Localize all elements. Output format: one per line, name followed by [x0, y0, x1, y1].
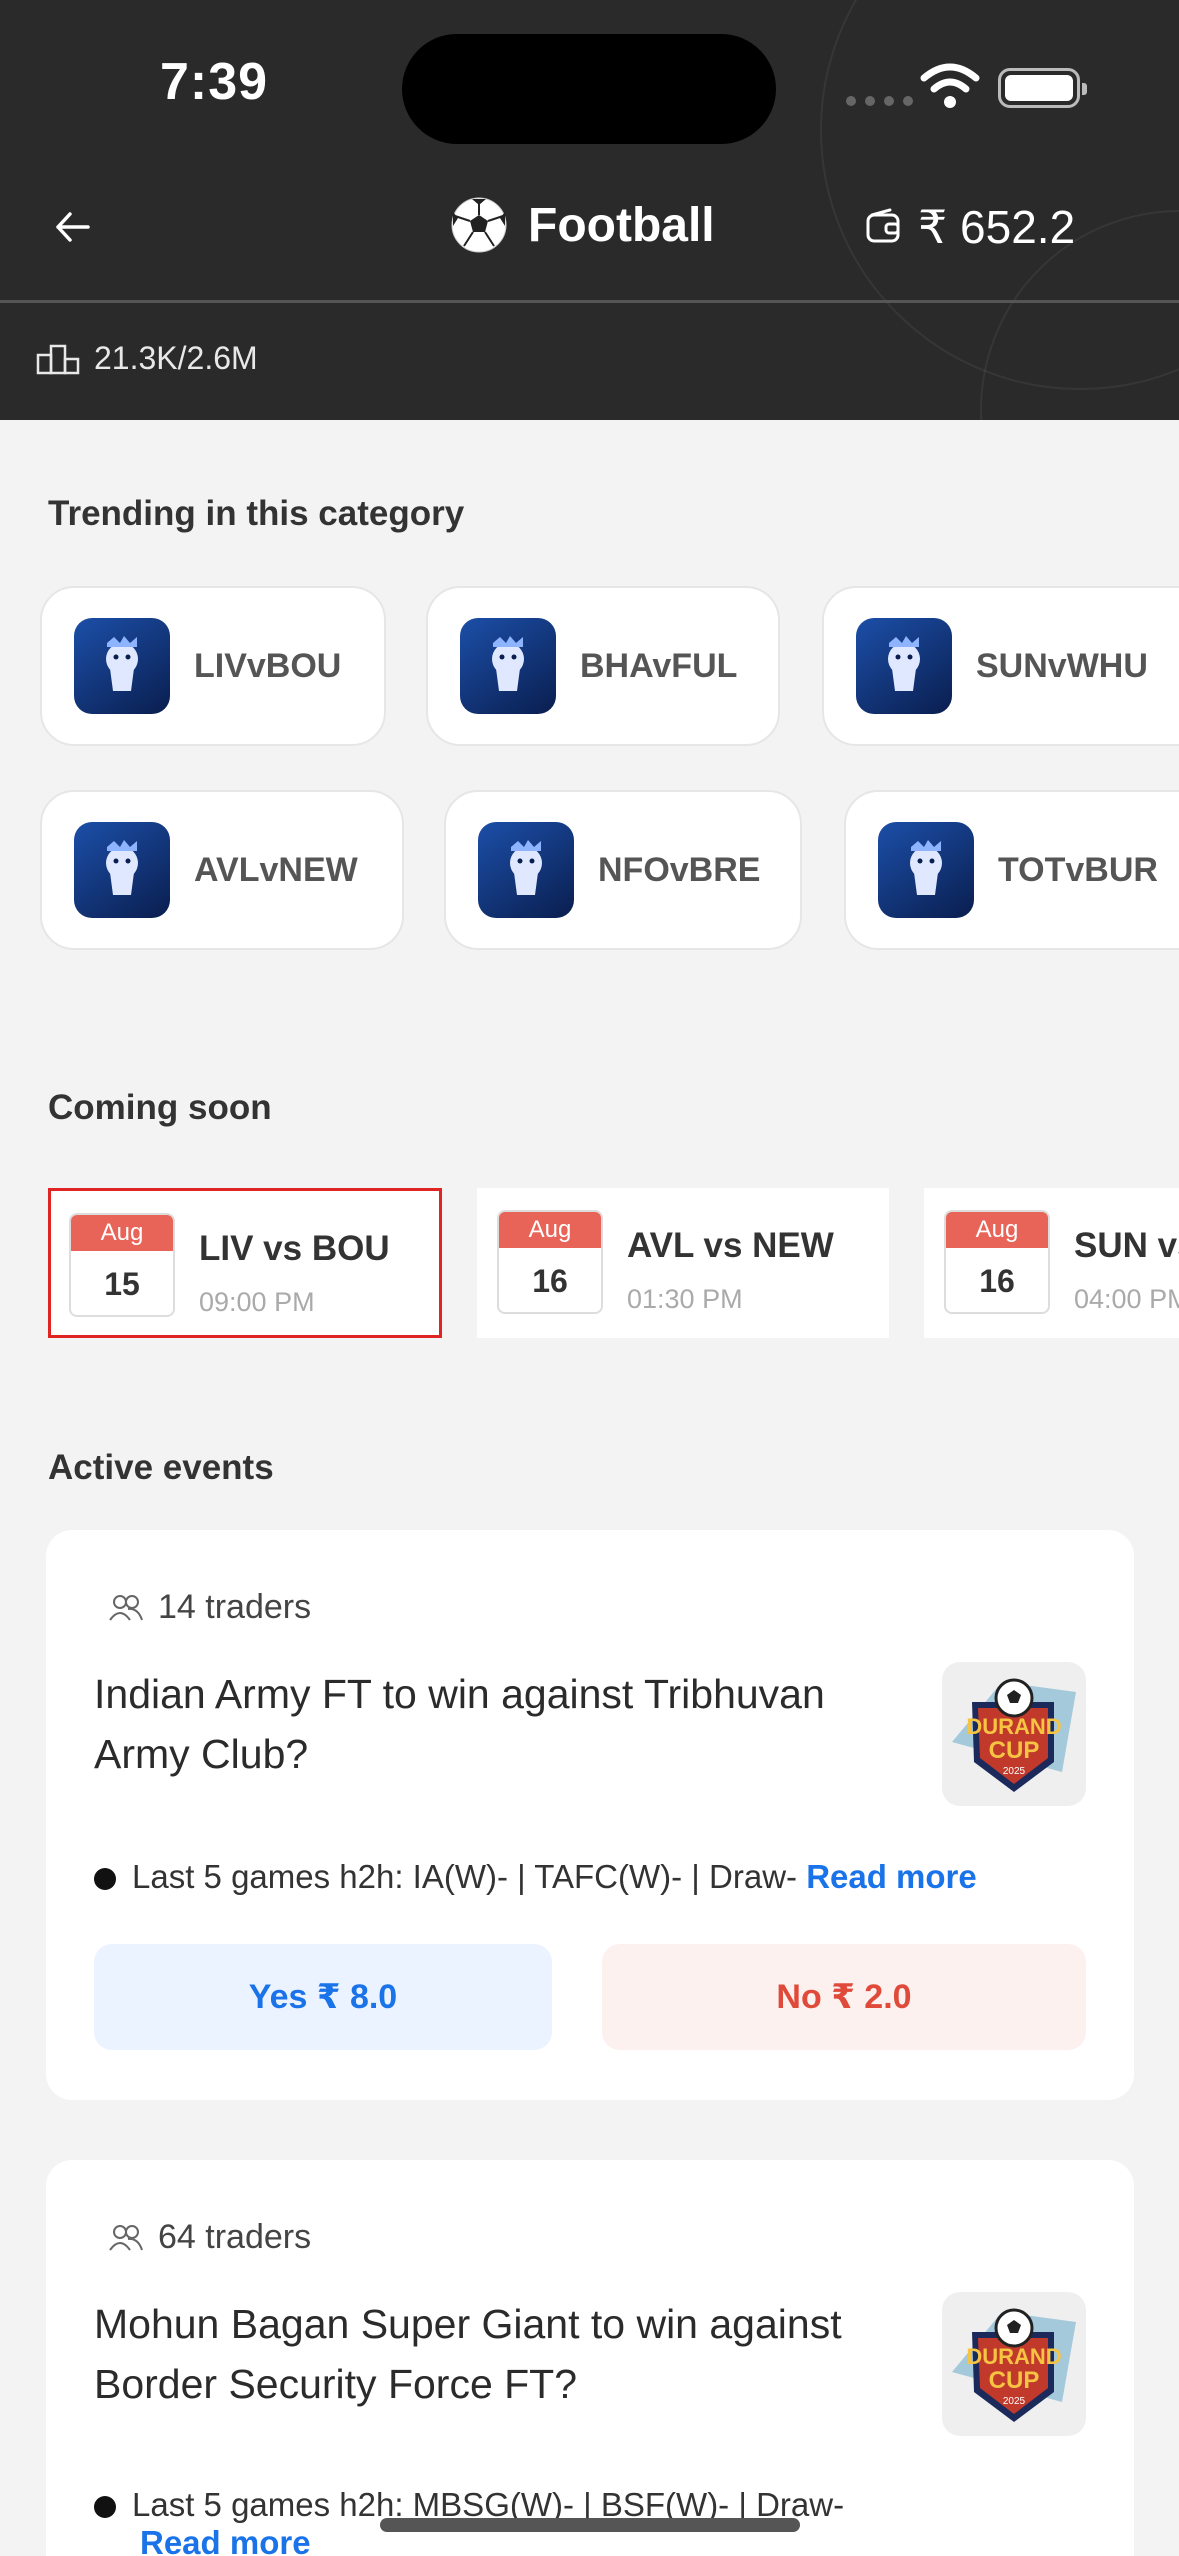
trending-chip-label: AVLvNEW — [194, 850, 358, 889]
match-title: AVL vs NEW — [627, 1226, 834, 1265]
durand-cup-logo: DURAND CUP 2025 — [942, 1662, 1086, 1806]
battery-icon — [998, 68, 1087, 108]
wallet-balance[interactable]: ₹ 652.2 — [864, 200, 1075, 254]
page-title-group: Football — [450, 196, 715, 254]
premier-league-lion-icon — [74, 618, 170, 714]
traders-count: 64 traders — [108, 2218, 311, 2257]
calendar-icon: Aug 16 — [497, 1210, 603, 1314]
stats-bar: 21.3K/2.6M — [36, 340, 258, 377]
durand-logo-text: CUP — [989, 2367, 1040, 2394]
event-question: Mohun Bagan Super Giant to win against B… — [94, 2301, 842, 2407]
status-bar-time: 7:39 — [160, 53, 269, 111]
football-bullet-icon — [94, 1868, 116, 1890]
durand-logo-text: DURAND — [966, 2344, 1061, 2369]
h2h-summary: Last 5 games h2h: IA(W)- | TAFC(W)- | Dr… — [94, 1858, 1104, 1896]
premier-league-lion-icon — [856, 618, 952, 714]
yes-button[interactable]: Yes ₹ 8.0 — [94, 1944, 552, 2050]
app-header: 7:39 Football ₹ 652.2 21.3K/2.6M — [0, 0, 1179, 420]
match-title: SUN vs WHU — [1074, 1226, 1179, 1265]
dynamic-island — [402, 34, 776, 144]
wifi-icon — [920, 63, 980, 108]
premier-league-lion-icon — [74, 822, 170, 918]
trending-chip[interactable]: SUNvWHU — [822, 586, 1179, 746]
football-icon — [451, 197, 507, 253]
calendar-day: 16 — [979, 1263, 1015, 1299]
trending-chip-label: NFOvBRE — [598, 850, 761, 889]
trending-chip[interactable]: AVLvNEW — [40, 790, 404, 950]
home-indicator[interactable] — [380, 2518, 800, 2532]
traders-count-text: 14 traders — [158, 1588, 312, 1626]
calendar-day: 16 — [532, 1263, 568, 1299]
premier-league-lion-icon — [478, 822, 574, 918]
trending-chip-label: TOTvBUR — [998, 850, 1158, 889]
cellular-signal-icon — [846, 96, 913, 106]
upcoming-match-card[interactable]: Aug 16 SUN vs WHU 04:00 PM — [924, 1188, 1179, 1338]
calendar-icon: Aug 16 — [944, 1210, 1050, 1314]
premier-league-lion-icon — [460, 618, 556, 714]
traders-count-text: 64 traders — [158, 2218, 312, 2256]
trending-chip[interactable]: BHAvFUL — [426, 586, 780, 746]
trending-chip-label: LIVvBOU — [194, 646, 342, 685]
users-icon — [109, 2224, 143, 2251]
header-divider — [0, 300, 1179, 303]
traders-count: 14 traders — [108, 1588, 311, 1627]
premier-league-lion-icon — [878, 822, 974, 918]
calendar-day: 15 — [104, 1266, 140, 1302]
match-title: LIV vs BOU — [199, 1229, 390, 1268]
durand-logo-text: CUP — [989, 1737, 1040, 1764]
no-button[interactable]: No ₹ 2.0 — [602, 1944, 1086, 2050]
football-bullet-icon — [94, 2496, 116, 2518]
trending-heading: Trending in this category — [48, 494, 465, 533]
calendar-month: Aug — [946, 1212, 1048, 1248]
h2h-text: Last 5 games h2h: IA(W)- | TAFC(W)- | Dr… — [132, 1858, 798, 1895]
trending-chip[interactable]: NFOvBRE — [444, 790, 802, 950]
match-time: 09:00 PM — [199, 1287, 315, 1317]
balance-amount: ₹ 652.2 — [918, 201, 1076, 253]
event-card[interactable]: 14 traders Indian Army FT to win against… — [46, 1530, 1134, 2100]
durand-logo-year: 2025 — [1003, 1766, 1026, 1777]
trending-chip[interactable]: LIVvBOU — [40, 586, 386, 746]
match-time: 04:00 PM — [1074, 1284, 1179, 1314]
calendar-month: Aug — [71, 1215, 173, 1251]
stats-text: 21.3K/2.6M — [94, 340, 258, 376]
back-arrow-icon[interactable] — [48, 202, 98, 252]
read-more-link[interactable]: Read more — [806, 1858, 977, 1895]
durand-cup-logo: DURAND CUP 2025 — [942, 2292, 1086, 2436]
coming-soon-heading: Coming soon — [48, 1088, 272, 1127]
durand-logo-text: DURAND — [966, 1714, 1061, 1739]
match-time: 01:30 PM — [627, 1284, 743, 1314]
read-more-link[interactable]: Read more — [140, 2524, 311, 2556]
leaderboard-icon — [36, 344, 80, 374]
trending-chip-label: SUNvWHU — [976, 646, 1148, 685]
event-card[interactable]: 64 traders Mohun Bagan Super Giant to wi… — [46, 2160, 1134, 2556]
trending-chip-label: BHAvFUL — [580, 646, 738, 685]
active-events-heading: Active events — [48, 1448, 274, 1487]
upcoming-match-card[interactable]: Aug 16 AVL vs NEW 01:30 PM — [477, 1188, 889, 1338]
users-icon — [109, 1594, 143, 1621]
calendar-icon: Aug 15 — [69, 1213, 175, 1317]
trending-chip[interactable]: TOTvBUR — [844, 790, 1179, 950]
page-title: Football — [528, 198, 715, 252]
wallet-icon — [866, 208, 900, 243]
upcoming-match-card[interactable]: Aug 15 LIV vs BOU 09:00 PM — [48, 1188, 442, 1338]
calendar-month: Aug — [499, 1212, 601, 1248]
event-question: Indian Army FT to win against Tribhuvan … — [94, 1671, 825, 1777]
durand-logo-year: 2025 — [1003, 2396, 1026, 2407]
